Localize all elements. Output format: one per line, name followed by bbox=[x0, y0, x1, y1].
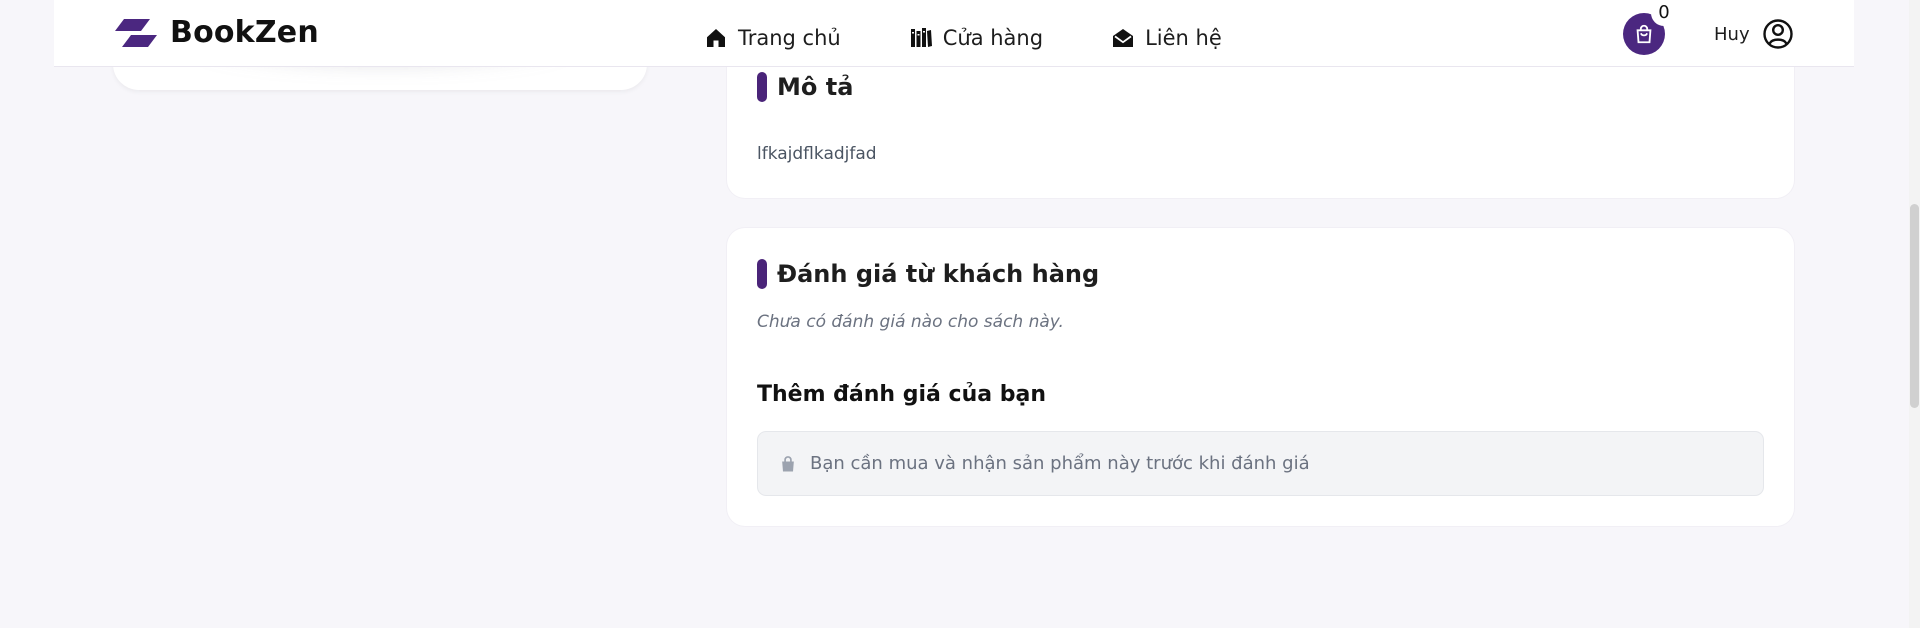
vertical-scrollbar[interactable] bbox=[1909, 0, 1920, 628]
add-review-title: Thêm đánh giá của bạn bbox=[757, 382, 1047, 407]
user-circle-icon bbox=[1762, 19, 1793, 49]
brand-name: BookZen bbox=[170, 15, 319, 50]
nav-contact-label: Liên hệ bbox=[1145, 26, 1222, 50]
description-card: Mô tả lfkajdflkadjfad bbox=[727, 54, 1794, 198]
bookzen-logo-icon bbox=[115, 19, 157, 47]
description-text: lfkajdflkadjfad bbox=[757, 144, 877, 164]
nav-shop-label: Cửa hàng bbox=[942, 26, 1044, 50]
cart-count-badge: 0 bbox=[1651, 0, 1677, 26]
home-icon bbox=[707, 29, 725, 47]
nav-home-label: Trang chủ bbox=[738, 26, 841, 50]
top-navigation-bar: BookZen Trang chủ Cửa hàng Liên hệ 0 Huy bbox=[54, 0, 1854, 67]
customer-reviews-title: Đánh giá từ khách hàng bbox=[757, 259, 1099, 289]
section-accent-bar bbox=[757, 72, 767, 102]
purchase-required-notice: Bạn cần mua và nhận sản phẩm này trước k… bbox=[757, 431, 1764, 496]
empty-reviews-message: Chưa có đánh giá nào cho sách này. bbox=[757, 312, 1064, 332]
scrollbar-thumb[interactable] bbox=[1910, 204, 1919, 408]
shopping-bag-icon bbox=[1636, 24, 1652, 44]
books-icon bbox=[910, 28, 932, 47]
shopping-bag-icon bbox=[782, 455, 794, 471]
product-details-page: BookZen Trang chủ Cửa hàng Liên hệ 0 Huy… bbox=[0, 0, 1920, 628]
nav-home[interactable]: Trang chủ bbox=[704, 22, 841, 54]
customer-reviews-card: Đánh giá từ khách hàng Chưa có đánh giá … bbox=[727, 228, 1794, 526]
nav-shop[interactable]: Cửa hàng bbox=[909, 22, 1043, 54]
description-title-text: Mô tả bbox=[777, 73, 854, 101]
customer-reviews-title-text: Đánh giá từ khách hàng bbox=[777, 260, 1100, 288]
description-title: Mô tả bbox=[757, 72, 853, 102]
section-accent-bar bbox=[757, 259, 767, 289]
mail-open-icon bbox=[1113, 29, 1134, 47]
main-navigation: Trang chủ Cửa hàng Liên hệ bbox=[704, 22, 1222, 54]
purchase-required-text: Bạn cần mua và nhận sản phẩm này trước k… bbox=[810, 453, 1310, 474]
user-name: Huy bbox=[1714, 23, 1750, 45]
nav-contact[interactable]: Liên hệ bbox=[1111, 22, 1222, 54]
brand-logo[interactable]: BookZen bbox=[114, 17, 319, 49]
user-menu[interactable]: Huy bbox=[1714, 18, 1794, 50]
